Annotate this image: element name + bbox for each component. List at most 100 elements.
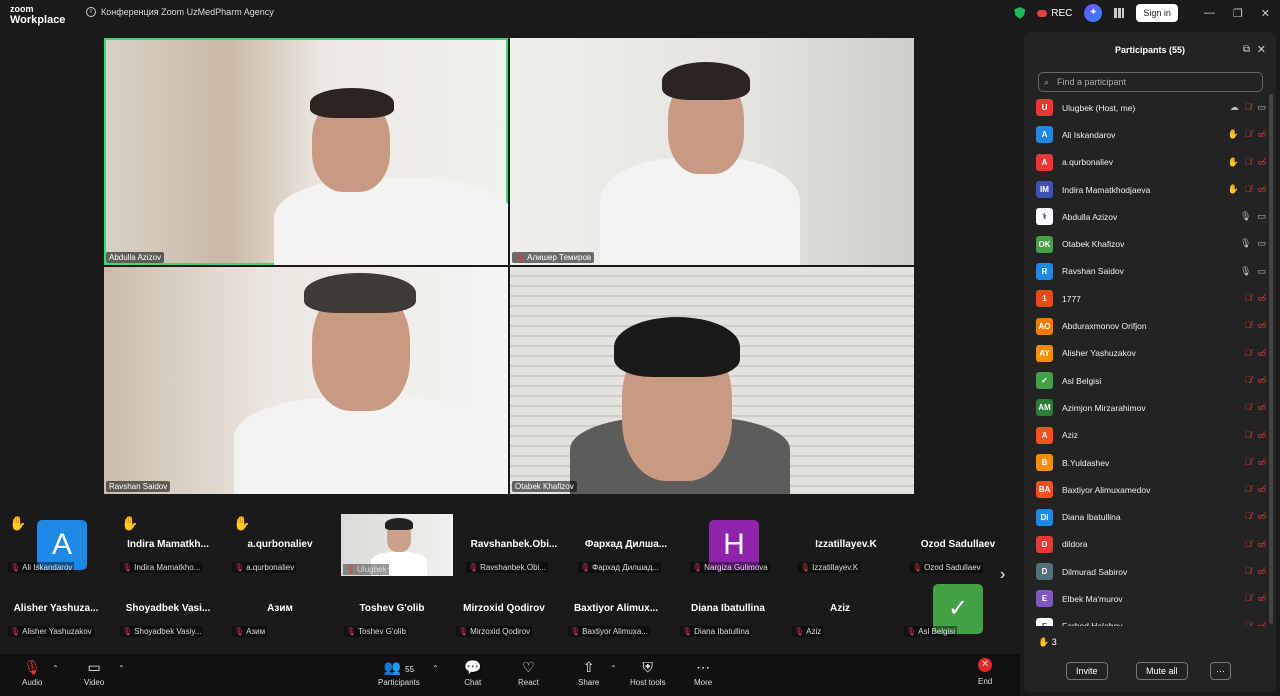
video-off-icon[interactable]: ▭̸ [1257,129,1266,140]
gallery-tile[interactable]: ✋ a.qurbonaliev 🎙 a.qurbonaliev [224,512,336,574]
gallery-tile[interactable]: H 🎙 Nargiza Gulimova [682,512,794,574]
mic-muted-icon[interactable]: 🎙̸ [1245,320,1252,331]
participant-row[interactable]: BA Baxtiyor Alimuxamedov 🎙̸ ▭̸ [1036,476,1266,503]
mic-muted-icon[interactable]: 🎙̸ [1245,457,1252,468]
participant-row[interactable]: OK Otabek Khafizov 🎙 ▭ [1036,230,1266,257]
close-panel-icon[interactable]: ✕ [1257,43,1266,56]
mic-muted-icon[interactable]: 🎙̸ [1245,102,1252,113]
sign-in-button[interactable]: Sign in [1136,4,1178,22]
gallery-tile[interactable]: Baxtiyor Alimux... 🎙 Baxtiyor Alimuxa... [560,576,672,638]
gallery-tile[interactable]: Фархад Дилша... 🎙 Фархад Дилшад... [570,512,682,574]
mute-all-button[interactable]: Mute all [1136,662,1188,680]
gallery-tile[interactable]: Shoyadbek Vasi... 🎙 Shoyadbek Vasiy... [112,576,224,638]
video-off-icon[interactable]: ▭̸ [1257,593,1266,604]
mic-icon[interactable]: 🎙 [1240,238,1251,249]
participant-row[interactable]: D Dilmurad Sabirov 🎙̸ ▭̸ [1036,558,1266,585]
panel-more-button[interactable]: ··· [1210,662,1231,680]
participant-row[interactable]: Ddildora 🎙̸ ▭̸ [1036,531,1266,558]
video-camera-icon[interactable]: ▭ [1257,238,1266,249]
panel-scrollbar[interactable] [1269,94,1273,624]
video-tile[interactable]: Ravshan Saidov [104,267,508,494]
mic-muted-icon[interactable]: 🎙̸ [1245,293,1252,304]
apps-grid-icon[interactable] [1114,8,1125,18]
participant-row[interactable]: AO Abduraxmonov Orifjon 🎙̸ ▭̸ [1036,312,1266,339]
gallery-tile[interactable]: Toshev G'olib 🎙 Toshev G'olib [336,576,448,638]
chat-button[interactable]: 💬 Chat [464,658,481,687]
video-off-icon[interactable]: ▭̸ [1257,621,1266,626]
video-off-icon[interactable]: ▭̸ [1257,511,1266,522]
mic-muted-icon[interactable]: 🎙̸ [1245,430,1252,441]
video-options-chevron-icon[interactable]: ⌃ [118,664,125,673]
gallery-tile[interactable]: Diana Ibatullina 🎙 Diana Ibatullina [672,576,784,638]
participant-row[interactable]: A Aziz 🎙̸ ▭̸ [1036,422,1266,449]
pop-out-icon[interactable]: ⧉ [1243,44,1250,55]
participant-row[interactable]: AM Azimjon Mirzarahimov 🎙̸ ▭̸ [1036,394,1266,421]
video-camera-icon[interactable]: ▭ [1257,266,1266,277]
mic-muted-icon[interactable]: 🎙̸ [1245,566,1252,577]
gallery-tile[interactable]: ✋ Indira Mamatkh... 🎙 Indira Mamatkho... [112,512,224,574]
video-off-icon[interactable]: ▭̸ [1257,157,1266,168]
gallery-tile[interactable]: Ozod Sadullaev 🎙 Ozod Sadullaev [902,512,1014,574]
mic-muted-icon[interactable]: 🎙̸ [1245,621,1252,626]
encryption-shield-icon[interactable] [1014,7,1026,19]
gallery-next-page-icon[interactable]: › [1000,566,1005,584]
video-camera-icon[interactable]: ▭ [1257,102,1266,113]
participant-row[interactable]: E Elbek Ma'murov 🎙̸ ▭̸ [1036,585,1266,612]
share-button[interactable]: ⇧ Share [578,658,599,687]
minimize-button[interactable]: — [1204,7,1215,20]
participants-options-chevron-icon[interactable]: ⌃ [432,664,439,673]
react-button[interactable]: ♡ React [518,658,539,687]
video-off-icon[interactable]: ▭̸ [1257,348,1266,359]
mic-muted-icon[interactable]: 🎙̸ [1245,539,1252,550]
video-tile[interactable]: Otabek Khafizov [510,267,914,494]
participant-row[interactable]: FFarhod Halabov🎙̸▭̸ [1036,613,1266,626]
gallery-tile[interactable]: Азим 🎙 Азим [224,576,336,638]
more-button[interactable]: ⋯ More [694,658,712,687]
participant-row[interactable]: ⚕ Abdulla Azizov 🎙 ▭ [1036,203,1266,230]
video-off-icon[interactable]: ▭̸ [1257,539,1266,550]
participant-row[interactable]: U Ulugbek (Host, me) ☁ 🎙̸ ▭ [1036,94,1266,121]
gallery-tile[interactable]: Izzatillayev.K 🎙 Izzatillayev.K [790,512,902,574]
gallery-tile[interactable]: Aziz 🎙 Aziz [784,576,896,638]
ai-companion-icon[interactable]: ✦ [1084,4,1103,22]
participant-row[interactable]: AY Alisher Yashuzakov 🎙̸ ▭̸ [1036,340,1266,367]
gallery-tile-self-video[interactable]: 🎙 Ulugbek [341,514,453,576]
restore-button[interactable]: ❐ [1233,7,1243,20]
participant-row[interactable]: B B.Yuldashev 🎙̸ ▭̸ [1036,449,1266,476]
video-off-icon[interactable]: ▭̸ [1257,320,1266,331]
video-camera-icon[interactable]: ▭ [1257,211,1266,222]
mic-muted-icon[interactable]: 🎙̸ [1245,184,1252,195]
gallery-tile[interactable]: ✓ 🎙 Asl Belgisi [896,576,1008,638]
mic-muted-icon[interactable]: 🎙̸ [1245,511,1252,522]
info-icon[interactable]: i [86,7,96,17]
gallery-tile[interactable]: Alisher Yashuza... 🎙 Alisher Yashuzakov [0,576,112,638]
participant-row[interactable]: IM Indira Mamatkhodjaeva ✋ 🎙̸ ▭̸ [1036,176,1266,203]
video-tile[interactable]: 🎙 Алишер Темиров [510,38,914,265]
participants-button[interactable]: 👥 55 Participants [378,658,420,687]
mic-icon[interactable]: 🎙 [1240,266,1251,277]
mic-icon[interactable]: 🎙 [1240,211,1251,222]
video-off-icon[interactable]: ▭̸ [1257,430,1266,441]
video-button[interactable]: ▭ Video [84,658,104,687]
recording-indicator[interactable]: REC [1037,8,1072,19]
gallery-tile[interactable]: Ravshanbek.Obi... 🎙 Ravshanbek.Obi... [458,512,570,574]
video-off-icon[interactable]: ▭̸ [1257,484,1266,495]
mic-muted-icon[interactable]: 🎙̸ [1245,593,1252,604]
participant-row[interactable]: A Ali Iskandarov ✋ 🎙̸ ▭̸ [1036,121,1266,148]
participant-row[interactable]: Aa.qurbonaliev ✋ 🎙̸ ▭̸ [1036,149,1266,176]
share-options-chevron-icon[interactable]: ⌃ [610,664,617,673]
video-off-icon[interactable]: ▭̸ [1257,566,1266,577]
end-button[interactable]: ✕ End [978,658,992,686]
mic-muted-icon[interactable]: 🎙̸ [1245,375,1252,386]
mic-muted-icon[interactable]: 🎙̸ [1245,484,1252,495]
participant-row[interactable]: ✓ Asl Belgisi 🎙̸ ▭̸ [1036,367,1266,394]
participant-search-input[interactable]: ⌕ Find a participant [1038,72,1263,92]
mic-muted-icon[interactable]: 🎙̸ [1245,129,1252,140]
participant-row[interactable]: DI Diana Ibatullina 🎙̸ ▭̸ [1036,503,1266,530]
participant-row[interactable]: R Ravshan Saidov 🎙 ▭ [1036,258,1266,285]
gallery-tile[interactable]: Mirzoxid Qodirov 🎙 Mirzoxid Qodirov [448,576,560,638]
audio-button[interactable]: 🎙 Audio [22,658,42,687]
meeting-info[interactable]: i Конференция Zoom UzMedPharm Agency [86,7,274,17]
raised-hands-count[interactable]: ✋ 3 [1038,637,1057,648]
video-off-icon[interactable]: ▭̸ [1257,457,1266,468]
